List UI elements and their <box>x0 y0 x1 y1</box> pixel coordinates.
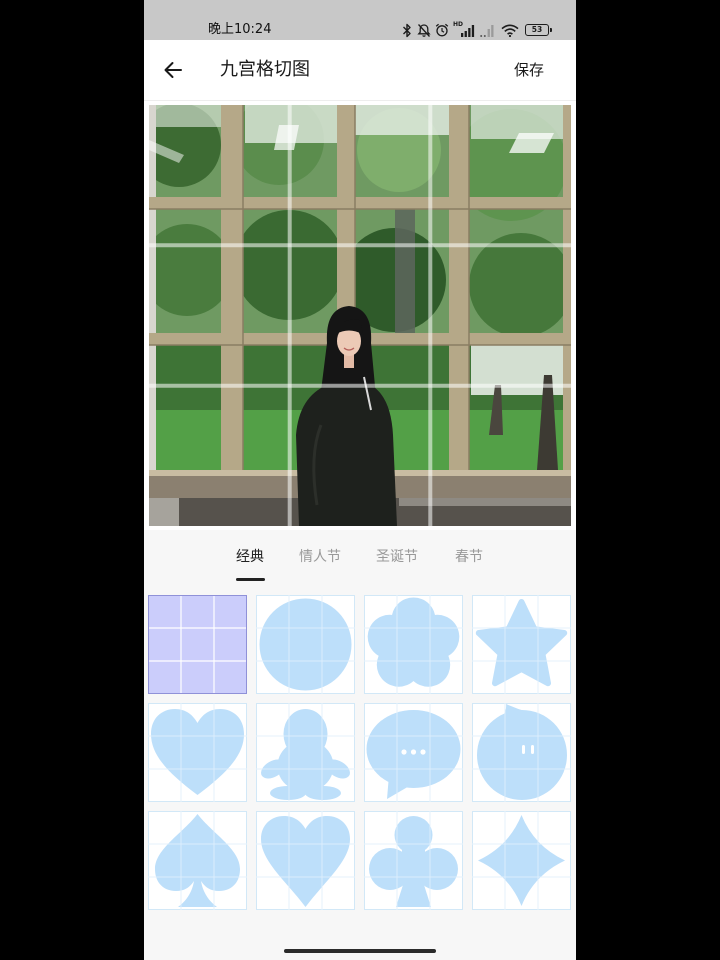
penguin-icon <box>256 703 355 802</box>
chat-bubble-icon <box>364 703 463 802</box>
status-bar: 晚上10:24 HD 53 <box>144 0 576 40</box>
shape-option-club[interactable] <box>364 811 463 910</box>
shape-option-spade[interactable] <box>148 811 247 910</box>
app-bar: 九宫格切图 保存 <box>144 40 576 100</box>
battery-level: 53 <box>531 25 543 34</box>
save-button[interactable]: 保存 <box>514 61 544 79</box>
photo-preview[interactable] <box>149 105 571 526</box>
wifi-icon <box>501 24 519 37</box>
heart-pointed-icon <box>256 811 355 910</box>
shape-option-heart-pointed[interactable] <box>256 811 355 910</box>
diamond-icon <box>472 811 571 910</box>
circle-icon <box>256 595 355 694</box>
grid-overlay <box>149 105 571 526</box>
phone-screen: 晚上10:24 HD 53 九宫格切图 保存 经典 情人节 圣诞节 春节 <box>144 0 576 960</box>
grid-icon <box>148 595 247 694</box>
bluetooth-icon <box>403 23 411 38</box>
home-indicator[interactable] <box>284 949 436 953</box>
shape-option-grid[interactable] <box>148 595 247 694</box>
mute-icon <box>417 24 431 37</box>
heart-icon <box>148 703 247 802</box>
preview-area <box>144 100 576 530</box>
shape-option-chat-bubble[interactable] <box>364 703 463 802</box>
club-icon <box>364 811 463 910</box>
shape-option-flower[interactable] <box>364 595 463 694</box>
status-time: 晚上10:24 <box>208 22 272 37</box>
spade-icon <box>148 811 247 910</box>
shape-option-star[interactable] <box>472 595 571 694</box>
shape-option-heart[interactable] <box>148 703 247 802</box>
flower-icon <box>364 595 463 694</box>
signal-icon <box>461 25 475 37</box>
back-arrow-icon <box>164 62 182 78</box>
alarm-icon <box>435 23 449 37</box>
shape-option-diamond[interactable] <box>472 811 571 910</box>
tab-active-indicator <box>236 578 265 581</box>
signal-weak-icon <box>480 25 494 37</box>
battery-icon: 53 <box>525 24 549 36</box>
tab-valentines[interactable]: 情人节 <box>299 548 341 566</box>
shape-option-penguin[interactable] <box>256 703 355 802</box>
tab-classic[interactable]: 经典 <box>236 548 264 566</box>
page-title: 九宫格切图 <box>220 59 310 80</box>
back-button[interactable] <box>161 59 185 81</box>
shape-option-circle[interactable] <box>256 595 355 694</box>
qq-bubble-icon <box>472 703 571 802</box>
star-icon <box>472 595 571 694</box>
shape-option-qq-bubble[interactable] <box>472 703 571 802</box>
tab-spring-festival[interactable]: 春节 <box>455 548 483 566</box>
battery-cap <box>550 28 552 32</box>
tab-christmas[interactable]: 圣诞节 <box>376 548 418 566</box>
